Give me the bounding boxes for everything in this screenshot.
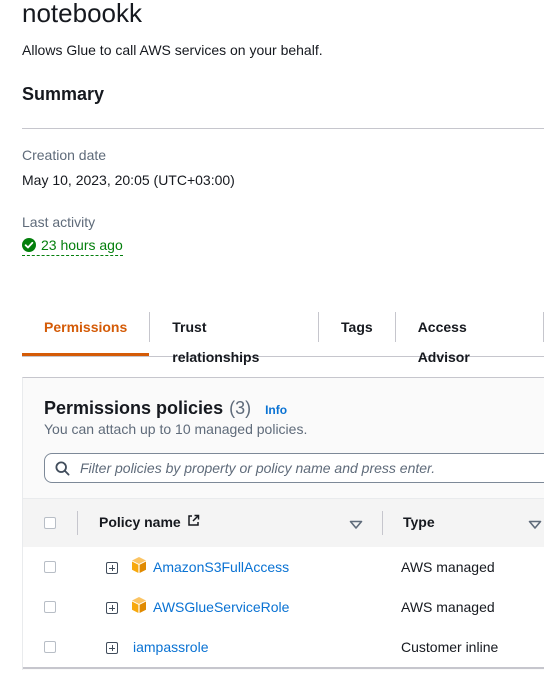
- policy-name-link[interactable]: AWSGlueServiceRole: [153, 599, 289, 615]
- policy-filter: [44, 453, 544, 483]
- tab-permissions[interactable]: Permissions: [22, 312, 150, 356]
- tab-trust-relationships[interactable]: Trust relationships: [149, 312, 318, 365]
- last-activity-label: Last activity: [22, 214, 96, 230]
- summary-divider: [22, 128, 544, 129]
- role-tabs: Permissions Trust relationships Tags Acc…: [22, 312, 544, 365]
- policy-filter-input[interactable]: [78, 459, 542, 477]
- permissions-policies-subtitle: You can attach up to 10 managed policies…: [44, 421, 308, 437]
- expand-row-icon[interactable]: [106, 602, 118, 614]
- role-description: Allows Glue to call AWS services on your…: [22, 42, 323, 58]
- select-all-checkbox[interactable]: [44, 517, 56, 529]
- permissions-policies-header: Permissions policies (3) Info: [44, 398, 287, 419]
- column-divider: [382, 511, 383, 535]
- success-check-icon: [22, 238, 36, 252]
- column-divider: [77, 511, 78, 535]
- sort-caret-down-icon[interactable]: [528, 517, 542, 535]
- permissions-policies-panel: Permissions policies (3) Info You can at…: [22, 377, 544, 670]
- last-activity-status[interactable]: 23 hours ago: [22, 237, 123, 256]
- table-row: iampassrole Customer inline: [23, 627, 544, 669]
- policy-type: Customer inline: [401, 639, 499, 655]
- column-header-policy-name[interactable]: Policy name: [99, 514, 200, 530]
- policy-type: AWS managed: [401, 559, 495, 575]
- row-checkbox[interactable]: [44, 641, 56, 653]
- column-header-type[interactable]: Type: [403, 514, 435, 530]
- policy-type: AWS managed: [401, 599, 495, 615]
- role-name-heading: notebookk: [22, 0, 142, 28]
- policy-name-link[interactable]: AmazonS3FullAccess: [153, 559, 289, 575]
- row-checkbox[interactable]: [44, 561, 56, 573]
- tab-access-advisor[interactable]: Access Advisor: [394, 312, 543, 365]
- policy-count: (3): [229, 398, 252, 418]
- column-header-policy-name-label: Policy name: [99, 514, 181, 530]
- row-checkbox[interactable]: [44, 601, 56, 613]
- last-activity-value: 23 hours ago: [41, 237, 123, 253]
- aws-managed-cube-icon: [131, 556, 147, 579]
- permissions-policies-title: Permissions policies: [44, 398, 224, 418]
- summary-heading: Summary: [22, 84, 105, 104]
- creation-date-value: May 10, 2023, 20:05 (UTC+03:00): [22, 172, 235, 188]
- column-header-type-label: Type: [403, 514, 435, 530]
- external-link-icon: [187, 514, 200, 530]
- search-icon: [55, 460, 70, 476]
- info-link[interactable]: Info: [265, 403, 287, 417]
- table-row: AmazonS3FullAccess AWS managed: [23, 547, 544, 588]
- sort-caret-down-icon[interactable]: [349, 517, 363, 535]
- creation-date-label: Creation date: [22, 147, 107, 163]
- expand-row-icon[interactable]: [106, 642, 118, 654]
- tab-tags[interactable]: Tags: [318, 312, 395, 342]
- policies-table-header: Policy name Type: [23, 498, 544, 548]
- policy-name-link[interactable]: iampassrole: [133, 639, 208, 655]
- expand-row-icon[interactable]: [106, 562, 118, 574]
- aws-managed-cube-icon: [131, 596, 147, 619]
- table-row: AWSGlueServiceRole AWS managed: [23, 587, 544, 628]
